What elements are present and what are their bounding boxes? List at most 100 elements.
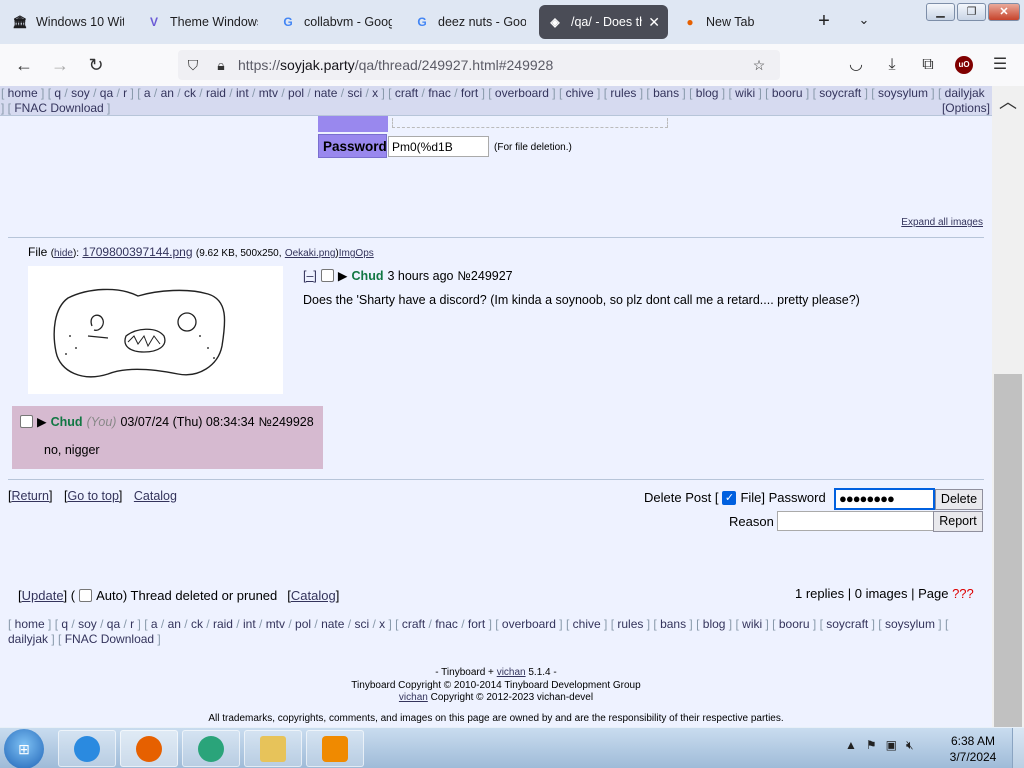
taskbar-file-explorer[interactable] [244, 730, 302, 767]
board-link-soysylum[interactable]: soysylum [878, 86, 928, 100]
imgops-link[interactable]: ImgOps [339, 248, 374, 259]
board-link-fnac-download[interactable]: FNAC Download [14, 101, 103, 115]
board-link-dailyjak[interactable]: dailyjak [945, 86, 985, 100]
go-to-top-link[interactable]: Go to top [67, 489, 118, 503]
board-link-sci[interactable]: sci [354, 617, 369, 631]
board-link-blog[interactable]: blog [696, 86, 719, 100]
expand-all-images-link[interactable]: Expand all images [901, 217, 983, 228]
delete-password-field[interactable]: ●●●●●●●● [834, 488, 935, 510]
board-link-wiki[interactable]: wiki [742, 617, 762, 631]
options-link[interactable]: [Options] [942, 101, 990, 116]
tab-list-button[interactable]: ⌄ [852, 12, 876, 32]
show-desktop-button[interactable] [1012, 728, 1024, 768]
board-link-soy[interactable]: soy [71, 86, 90, 100]
board-link-blog[interactable]: blog [703, 617, 726, 631]
file-only-checkbox[interactable]: ✓ [722, 490, 737, 505]
board-link-fnac-download[interactable]: FNAC Download [65, 632, 154, 646]
board-link-bans[interactable]: bans [653, 86, 679, 100]
forward-arrow-icon[interactable]: → [48, 53, 72, 77]
board-link-a[interactable]: a [144, 86, 151, 100]
board-link-mtv[interactable]: mtv [266, 617, 285, 631]
board-link-chive[interactable]: chive [566, 86, 594, 100]
taskbar-media-player[interactable] [306, 730, 364, 767]
address-bar[interactable]: ⛉ 🔒︎ https://soyjak.party/qa/thread/2499… [178, 50, 780, 80]
board-link-booru[interactable]: booru [772, 86, 803, 100]
tab-collabvm-google[interactable]: G collabvm - Goog [272, 5, 400, 39]
board-link-pol[interactable]: pol [288, 86, 304, 100]
board-link-pol[interactable]: pol [295, 617, 311, 631]
op-select-checkbox[interactable] [320, 269, 334, 282]
report-button[interactable]: Report [933, 511, 983, 532]
scrollbar-thumb[interactable] [994, 374, 1022, 727]
taskbar-internet-explorer[interactable] [58, 730, 116, 767]
tab-theme-windows[interactable]: V Theme Windows [138, 5, 266, 39]
form-dropzone[interactable] [392, 118, 668, 128]
board-link-raid[interactable]: raid [213, 617, 233, 631]
back-arrow-icon[interactable]: ← [12, 53, 36, 77]
board-link-fort[interactable]: fort [468, 617, 485, 631]
scrollbar[interactable] [992, 86, 1024, 727]
vichan-link[interactable]: vichan [497, 667, 526, 678]
board-link-q[interactable]: q [61, 617, 68, 631]
board-link-fort[interactable]: fort [461, 86, 478, 100]
vichan-link[interactable]: vichan [399, 692, 428, 703]
board-link-chive[interactable]: chive [573, 617, 601, 631]
network-icon[interactable]: ▣ [886, 738, 897, 753]
tab-windows10[interactable]: 🏛 Windows 10 With [4, 5, 132, 39]
board-link-x[interactable]: x [379, 617, 385, 631]
board-link-soysylum[interactable]: soysylum [885, 617, 935, 631]
update-link[interactable]: Update [22, 588, 64, 603]
board-link-overboard[interactable]: overboard [495, 86, 549, 100]
return-link[interactable]: Return [11, 489, 49, 503]
board-link-q[interactable]: q [54, 86, 61, 100]
extensions-icon[interactable]: ⧉ [916, 53, 940, 77]
board-link-an[interactable]: an [161, 86, 174, 100]
board-link-mtv[interactable]: mtv [259, 86, 278, 100]
board-link-raid[interactable]: raid [206, 86, 226, 100]
board-link-craft[interactable]: craft [395, 86, 418, 100]
board-link-int[interactable]: int [243, 617, 256, 631]
downloads-icon[interactable]: ⤓ [880, 53, 904, 77]
reply-post-number[interactable]: №249928 [259, 415, 314, 429]
tab-qa-active[interactable]: ◈ /qa/ - Does th ✕ [539, 5, 668, 39]
board-link-craft[interactable]: craft [402, 617, 425, 631]
board-link-qa[interactable]: qa [107, 617, 120, 631]
new-tab-button[interactable]: + [812, 10, 836, 34]
hide-file-link[interactable]: hide [54, 248, 73, 259]
board-link-nate[interactable]: nate [321, 617, 344, 631]
op-image[interactable] [28, 266, 283, 394]
taskbar-firefox[interactable] [120, 730, 178, 767]
board-link-an[interactable]: an [168, 617, 181, 631]
maximize-button[interactable]: ❐ [957, 3, 986, 21]
catalog-link[interactable]: Catalog [134, 489, 177, 503]
reply-select-checkbox[interactable] [20, 415, 33, 428]
board-link-r[interactable]: r [130, 617, 134, 631]
flag-icon[interactable]: ⚑ [866, 738, 877, 753]
triangle-right-icon[interactable]: ▶ [37, 414, 47, 429]
pocket-icon[interactable]: ◡ [844, 53, 868, 77]
board-link-fnac[interactable]: fnac [435, 617, 458, 631]
menu-icon[interactable]: ☰ [988, 53, 1012, 77]
board-link-sci[interactable]: sci [347, 86, 362, 100]
board-link-home[interactable]: home [15, 617, 45, 631]
board-link-ck[interactable]: ck [184, 86, 196, 100]
auto-update-checkbox[interactable] [79, 589, 93, 602]
start-button[interactable]: ⊞ [4, 729, 44, 768]
board-link-fnac[interactable]: fnac [428, 86, 451, 100]
reload-icon[interactable]: ↻ [84, 53, 108, 77]
collapse-link[interactable]: [–] [303, 269, 317, 283]
bookmark-star-icon[interactable]: ☆ [750, 56, 768, 74]
board-link-r[interactable]: r [123, 86, 127, 100]
board-link-nate[interactable]: nate [314, 86, 337, 100]
scroll-to-top-icon[interactable]: ︿ [998, 88, 1018, 112]
board-link-booru[interactable]: booru [779, 617, 810, 631]
lock-icon[interactable]: 🔒︎ [212, 56, 230, 74]
triangle-right-icon[interactable]: ▶ [338, 268, 348, 283]
board-link-qa[interactable]: qa [100, 86, 113, 100]
show-hidden-icons-icon[interactable]: ▲ [845, 738, 857, 753]
board-link-soycraft[interactable]: soycraft [819, 86, 861, 100]
shield-icon[interactable]: ⛉ [184, 56, 202, 74]
tab-new-tab[interactable]: ● New Tab [674, 5, 802, 39]
board-link-int[interactable]: int [236, 86, 249, 100]
board-link-ck[interactable]: ck [191, 617, 203, 631]
